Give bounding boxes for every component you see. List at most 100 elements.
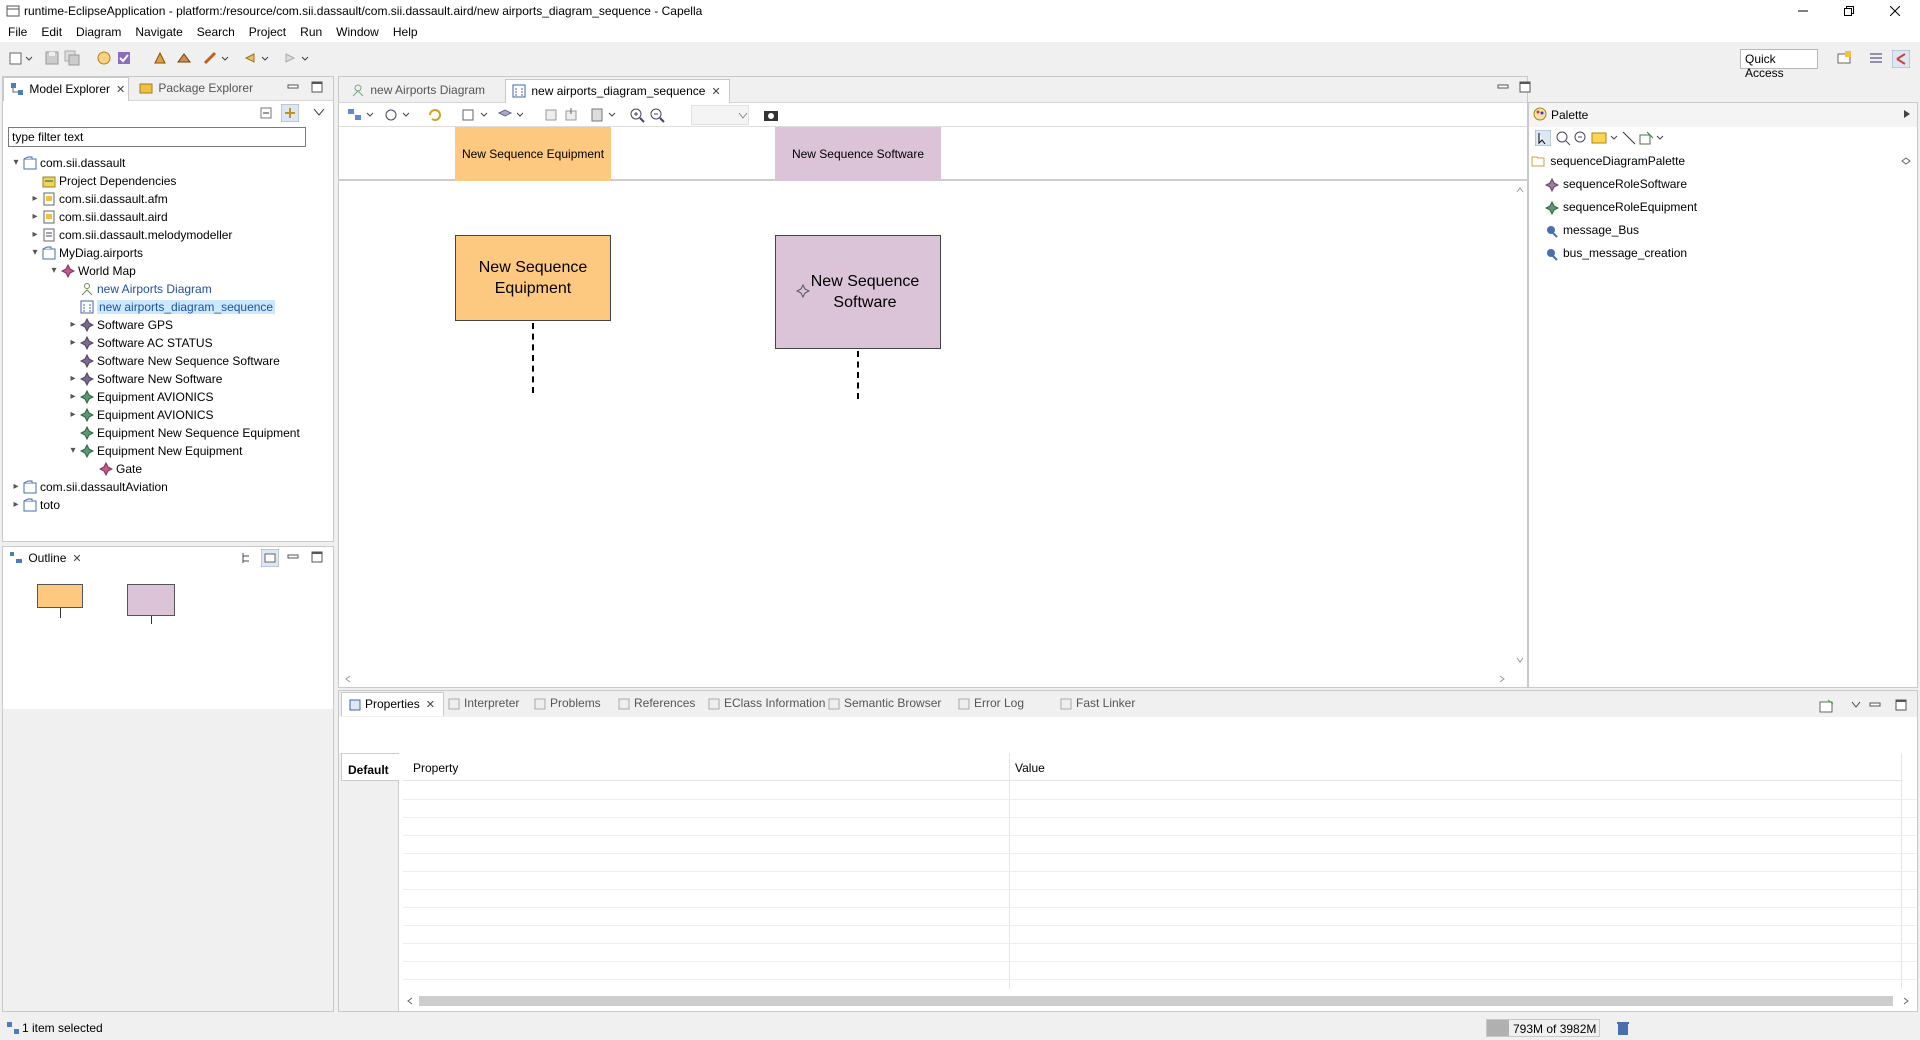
maximize-view-icon[interactable] xyxy=(311,551,323,563)
menu-diagram[interactable]: Diagram xyxy=(68,22,127,39)
outline-overview[interactable] xyxy=(3,571,333,709)
tab-model-explorer[interactable]: Model Explorer ✕ xyxy=(3,77,129,101)
tool-b-icon[interactable] xyxy=(176,50,192,66)
palette-item[interactable]: message_Bus xyxy=(1545,220,1639,240)
save-icon[interactable] xyxy=(44,50,60,66)
header-new-sequence-equipment[interactable]: New Sequence Equipment xyxy=(455,127,611,181)
save-all-icon[interactable] xyxy=(64,50,80,66)
menu-file[interactable]: File xyxy=(0,22,33,39)
menu-project[interactable]: Project xyxy=(241,22,292,39)
collapsed-arrow-icon[interactable]: ▸ xyxy=(66,370,80,388)
note-attachment-tool-icon[interactable] xyxy=(1639,130,1669,146)
collapsed-arrow-icon[interactable]: ▸ xyxy=(66,316,80,334)
tab-references[interactable]: References xyxy=(611,692,703,716)
tab-properties[interactable]: Properties ✕ xyxy=(341,692,444,716)
properties-horizontal-scrollbar[interactable] xyxy=(403,993,1917,1009)
pin-view-icon[interactable] xyxy=(1819,699,1835,713)
layers-icon[interactable] xyxy=(497,107,527,123)
header-new-sequence-software[interactable]: New Sequence Software xyxy=(775,127,941,181)
run-icon[interactable] xyxy=(202,50,232,66)
garbage-collect-icon[interactable] xyxy=(1616,1020,1630,1036)
paste-style-icon[interactable] xyxy=(589,107,619,123)
close-window-button[interactable] xyxy=(1872,0,1918,22)
collapse-all-icon[interactable] xyxy=(259,105,275,121)
palette-item[interactable]: sequenceRoleSoftware xyxy=(1545,174,1687,194)
connection-tool-icon[interactable] xyxy=(1621,130,1637,146)
menu-run[interactable]: Run xyxy=(292,22,328,39)
outline-overview-icon[interactable] xyxy=(261,549,279,567)
column-value[interactable]: Value xyxy=(1015,761,1045,775)
tab-error-log[interactable]: Error Log xyxy=(951,692,1032,716)
horizontal-scrollbar[interactable] xyxy=(339,671,1513,687)
tree-item[interactable]: Software New Sequence Software xyxy=(66,351,280,369)
tree-item[interactable]: ▸ Software New Software xyxy=(66,369,222,387)
maximize-editor-icon[interactable] xyxy=(1519,81,1531,93)
link-with-editor-icon[interactable] xyxy=(281,104,299,122)
tool-a-icon[interactable] xyxy=(152,50,168,66)
tree-item[interactable]: ▸ Software GPS xyxy=(66,315,173,333)
palette-collapse-icon[interactable] xyxy=(1903,109,1911,119)
palette-item[interactable]: sequenceRoleEquipment xyxy=(1545,197,1697,217)
zoom-out-tool-icon[interactable] xyxy=(1573,130,1589,146)
zoom-in-tool-icon[interactable] xyxy=(1555,130,1571,146)
tab-interpreter[interactable]: Interpreter xyxy=(441,692,527,716)
diagram-canvas[interactable]: New Sequence Equipment New Sequence Soft… xyxy=(339,183,1513,671)
view-menu-icon[interactable] xyxy=(1851,701,1861,709)
filter-input[interactable] xyxy=(8,127,306,147)
collapsed-arrow-icon[interactable]: ▸ xyxy=(28,226,42,244)
menu-window[interactable]: Window xyxy=(328,22,385,39)
refresh-diagram-icon[interactable] xyxy=(427,107,443,123)
close-icon[interactable]: ✕ xyxy=(72,553,81,565)
menu-help[interactable]: Help xyxy=(385,22,424,39)
tree-item[interactable]: ▾ MyDiag.airports xyxy=(28,243,143,261)
instance-role-new-sequence-equipment[interactable]: New Sequence Equipment xyxy=(455,235,611,321)
note-tool-icon[interactable] xyxy=(1591,130,1621,146)
validate-icon[interactable] xyxy=(116,50,132,66)
close-icon[interactable]: ✕ xyxy=(711,86,720,98)
collapsed-arrow-icon[interactable]: ▸ xyxy=(66,406,80,424)
refresh-icon[interactable] xyxy=(96,50,112,66)
outline-tree-icon[interactable] xyxy=(241,551,255,565)
collapsed-arrow-icon[interactable]: ▸ xyxy=(9,496,23,514)
minimize-view-icon[interactable] xyxy=(287,551,299,563)
open-perspective-icon[interactable] xyxy=(1836,50,1852,66)
maximize-view-icon[interactable] xyxy=(1895,699,1907,711)
collapsed-arrow-icon[interactable]: ▸ xyxy=(9,478,23,496)
tree-item[interactable]: ▾ Equipment New Equipment xyxy=(66,441,242,459)
back-icon[interactable] xyxy=(242,50,272,66)
tab-default[interactable]: Default xyxy=(341,753,399,781)
minimize-editor-icon[interactable] xyxy=(1497,81,1509,93)
select-tool-icon[interactable] xyxy=(1535,130,1551,146)
tree-item[interactable]: ▸ com.sii.dassault.melodymodeller xyxy=(28,225,232,243)
close-icon[interactable]: ✕ xyxy=(426,699,435,711)
view-menu-icon[interactable] xyxy=(313,107,325,117)
capella-perspective-icon[interactable] xyxy=(1892,50,1910,68)
arrange-icon[interactable] xyxy=(347,107,377,123)
expanded-arrow-icon[interactable]: ▾ xyxy=(66,442,80,460)
tree-item[interactable]: ▸ com.sii.dassault.afm xyxy=(28,189,167,208)
new-icon[interactable] xyxy=(8,50,36,66)
export-icon[interactable] xyxy=(563,107,579,123)
vertical-scrollbar[interactable] xyxy=(1513,183,1527,671)
tab-new-airports-diagram[interactable]: new Airports Diagram xyxy=(345,79,493,103)
tree-item[interactable]: Project Dependencies xyxy=(28,171,176,189)
tree-item[interactable]: ▾ World Map xyxy=(47,261,136,279)
menu-edit[interactable]: Edit xyxy=(33,22,68,39)
expanded-arrow-icon[interactable]: ▾ xyxy=(9,154,23,172)
restore-window-button[interactable] xyxy=(1826,0,1872,22)
minimize-window-button[interactable] xyxy=(1780,0,1826,22)
collapsed-arrow-icon[interactable]: ▸ xyxy=(66,388,80,406)
quick-access-field[interactable]: Quick Access xyxy=(1740,49,1818,80)
column-property[interactable]: Property xyxy=(413,761,458,775)
collapsed-arrow-icon[interactable]: ▸ xyxy=(28,190,42,208)
tree-item[interactable]: ▸ Equipment AVIONICS xyxy=(66,387,214,405)
tab-fast-linker[interactable]: Fast Linker xyxy=(1053,692,1143,716)
maximize-view-icon[interactable] xyxy=(311,81,323,93)
lifeline-equipment[interactable] xyxy=(532,323,534,393)
expanded-arrow-icon[interactable]: ▾ xyxy=(28,244,42,262)
camera-icon[interactable] xyxy=(763,107,779,123)
zoom-in-icon[interactable] xyxy=(629,107,645,123)
palette-item[interactable]: bus_message_creation xyxy=(1545,243,1687,263)
palette-group-toggle-icon[interactable] xyxy=(1901,157,1911,165)
tree-item[interactable]: ▸ Software AC STATUS xyxy=(66,333,213,351)
